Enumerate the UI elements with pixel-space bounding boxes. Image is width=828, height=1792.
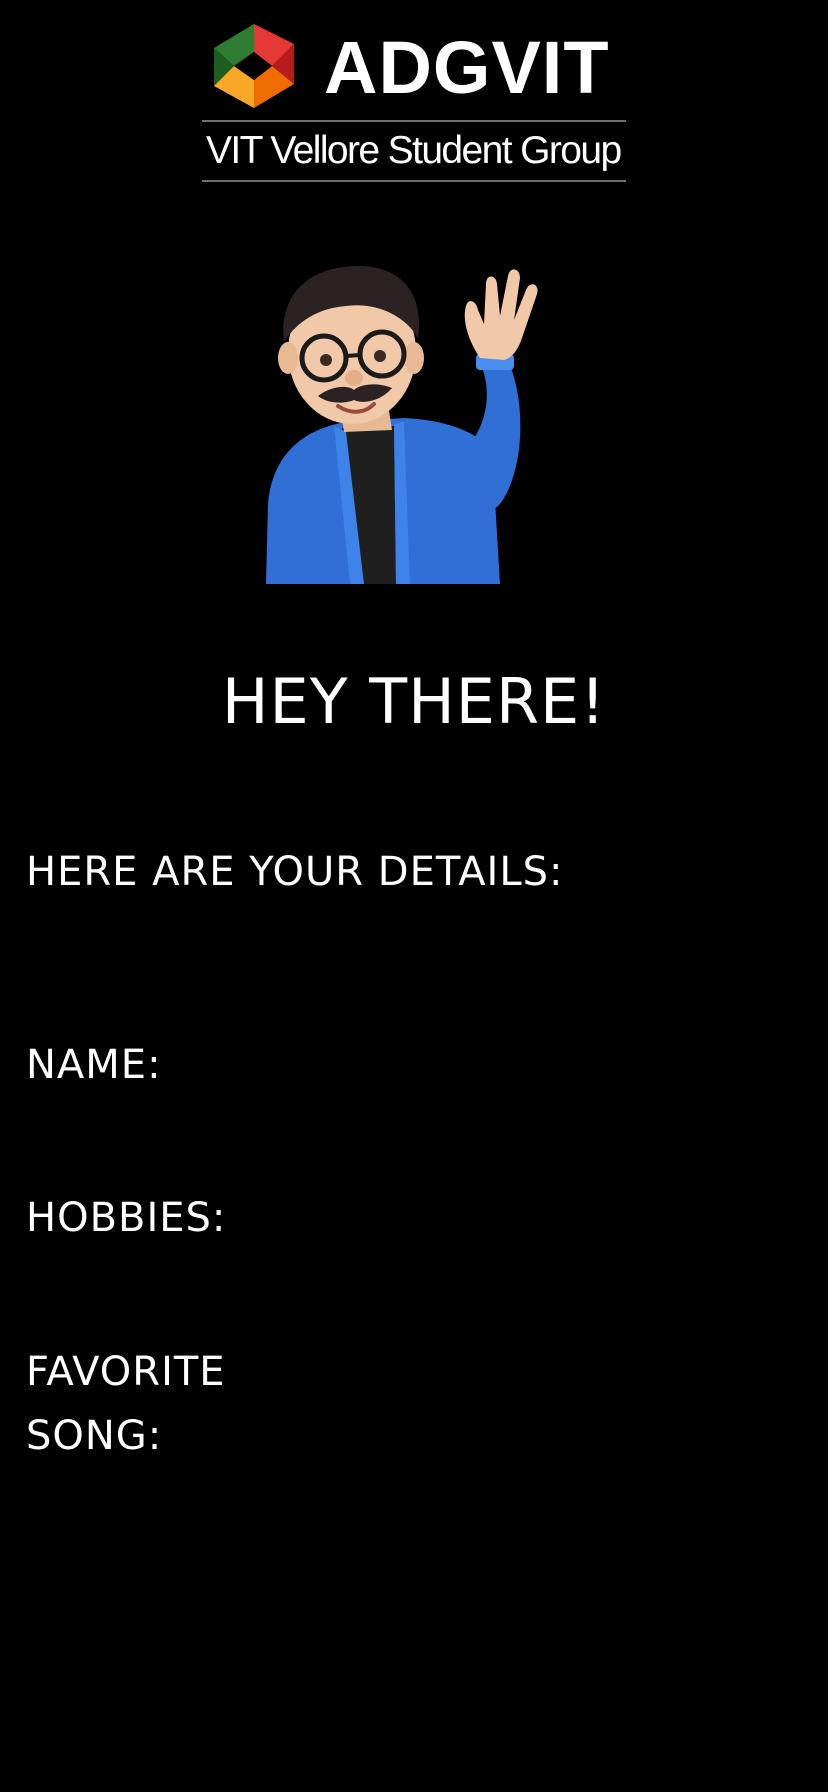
- greeting-heading: HEY THERE!: [221, 665, 607, 738]
- adgvit-logo-icon: [214, 24, 294, 108]
- name-label: NAME:: [26, 1042, 162, 1088]
- hobbies-label: HOBBIES:: [26, 1195, 227, 1241]
- waving-memoji-icon: [266, 266, 538, 584]
- brand-logo: ADGVIT VIT Vellore Student Group: [202, 20, 626, 184]
- brand-name: ADGVIT: [324, 26, 610, 109]
- brand-subtitle: VIT Vellore Student Group: [206, 129, 622, 172]
- logo-divider-top: [202, 120, 626, 122]
- logo-divider-bottom: [202, 180, 626, 182]
- favorite-song-label: FAVORITE SONG:: [26, 1349, 226, 1459]
- details-heading: HERE ARE YOUR DETAILS:: [26, 849, 564, 895]
